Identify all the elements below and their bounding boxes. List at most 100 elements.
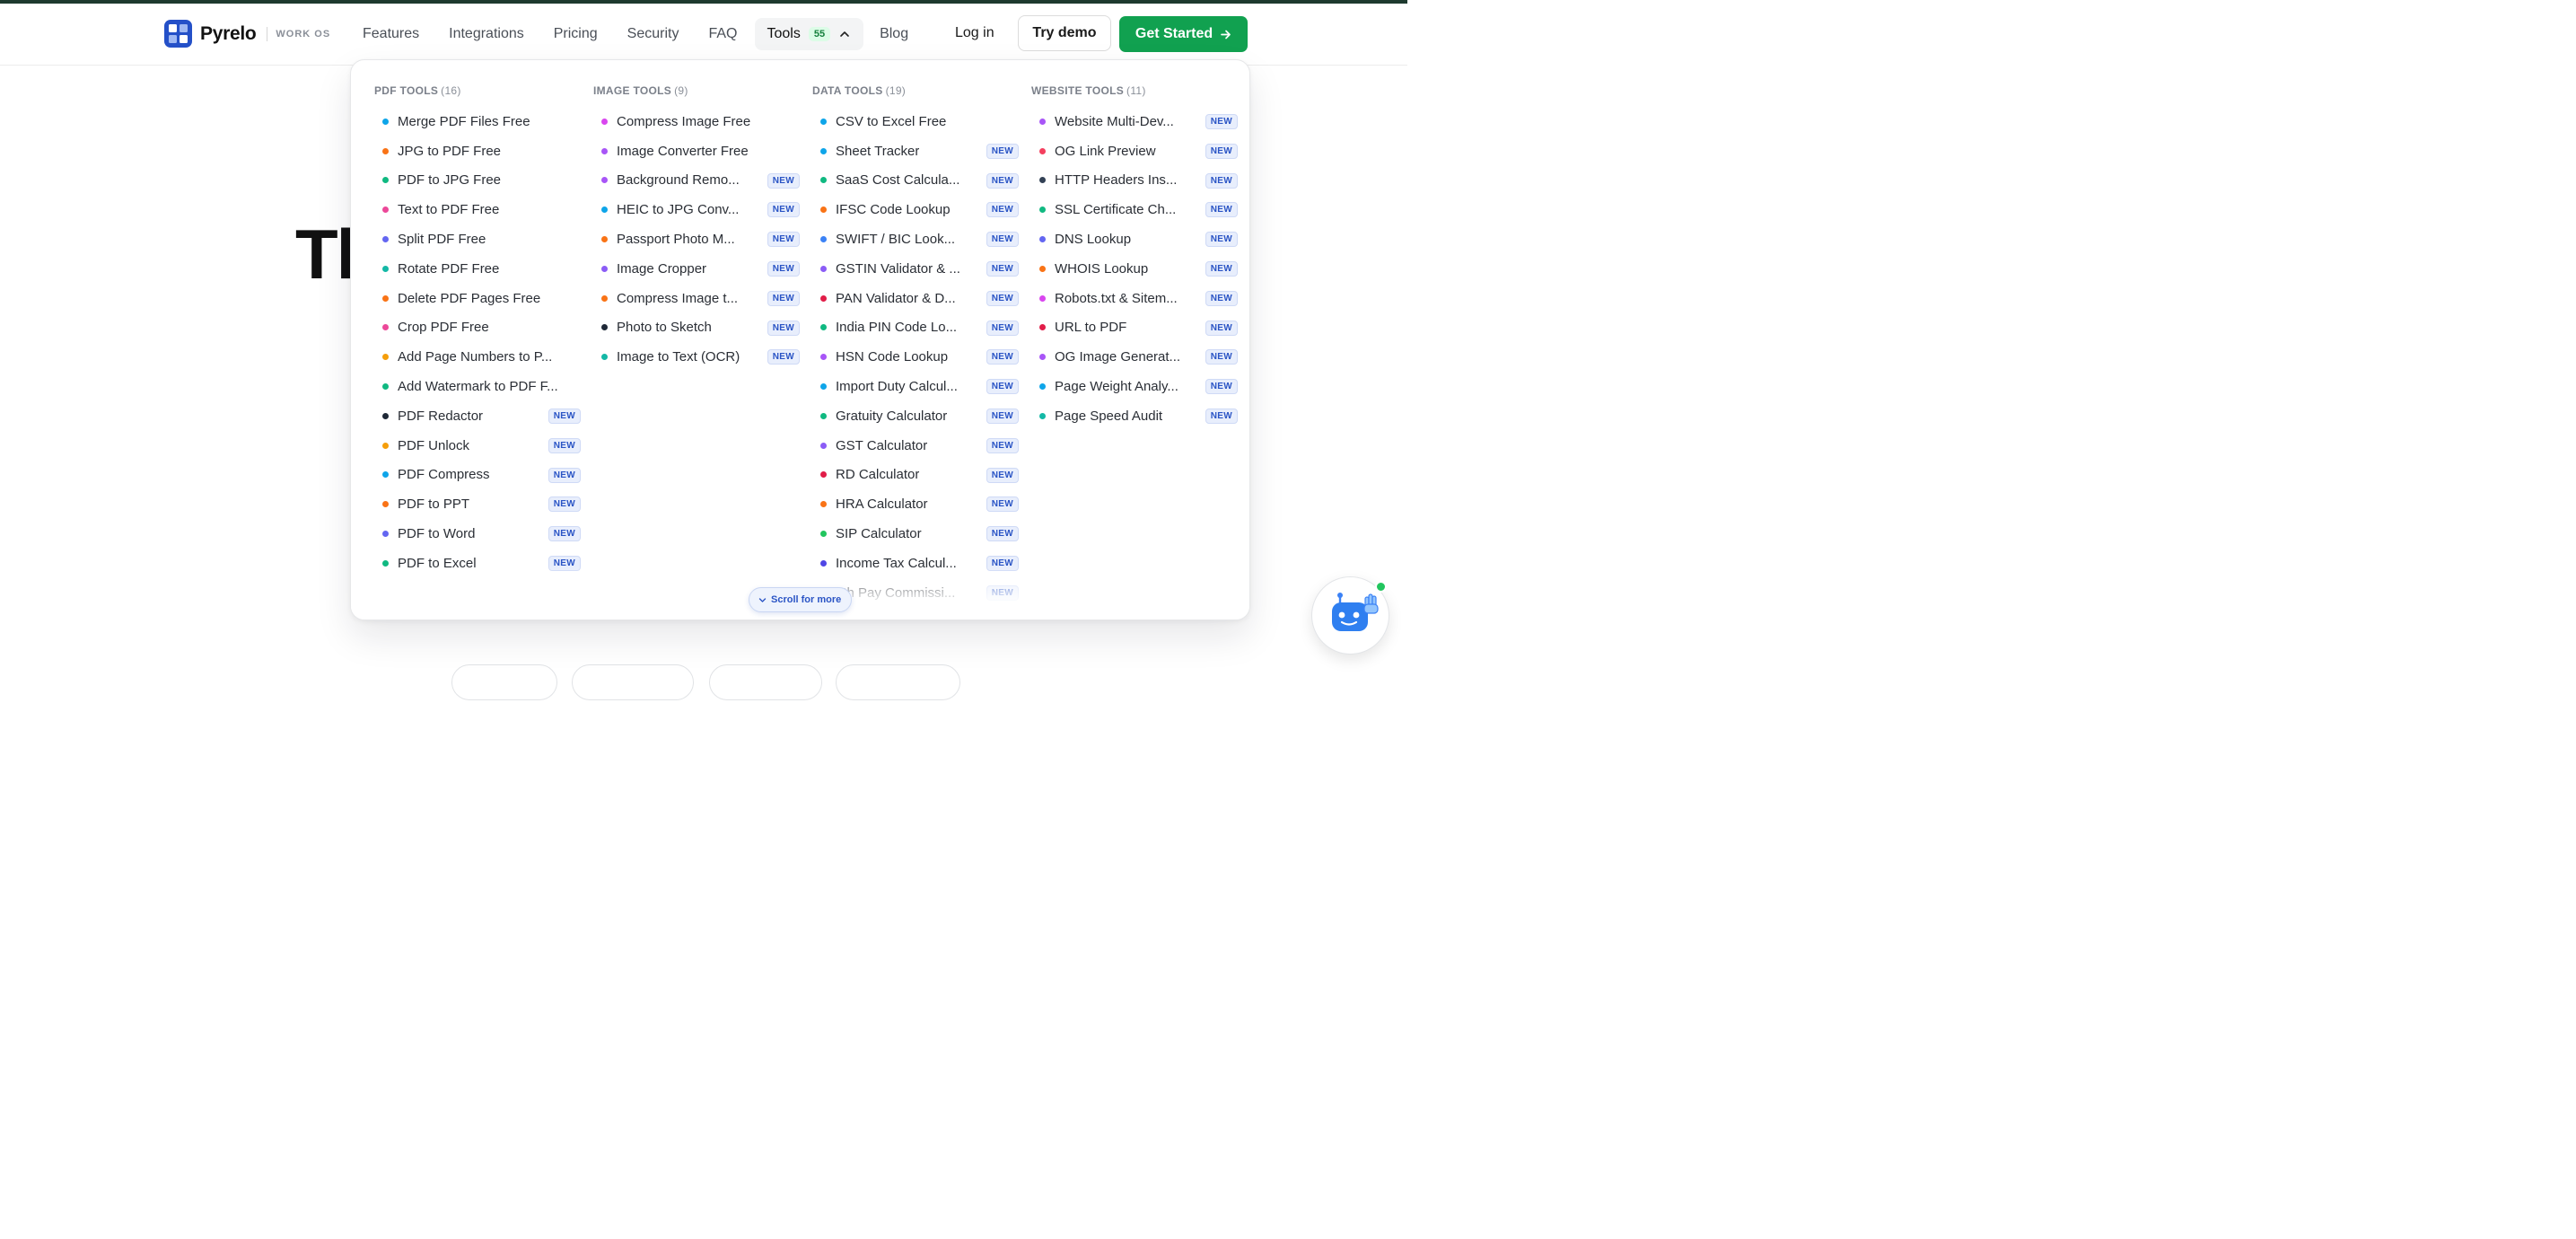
bullet-dot-icon [382, 501, 389, 508]
tool-link[interactable]: Delete PDF Pages Free [374, 284, 581, 313]
tool-link[interactable]: Merge PDF Files Free [374, 107, 581, 136]
column-count: (19) [885, 84, 907, 97]
tool-link[interactable]: PDF Redactor NEW [374, 401, 581, 431]
tool-label: Import Duty Calcul... [836, 379, 958, 395]
tool-label: RD Calculator [836, 467, 920, 483]
new-badge: NEW [767, 349, 800, 365]
nav-integrations[interactable]: Integrations [449, 26, 524, 42]
tool-link[interactable]: GSTIN Validator & ... NEW [812, 254, 1019, 284]
tool-link[interactable]: JPG to PDF Free [374, 136, 581, 166]
new-badge: NEW [548, 496, 581, 513]
new-badge: NEW [986, 379, 1019, 395]
brand-logo[interactable]: Pyrelo WORK OS [164, 20, 330, 48]
tool-link[interactable]: Import Duty Calcul... NEW [812, 372, 1019, 401]
tool-label: HTTP Headers Ins... [1055, 172, 1178, 189]
tool-link[interactable]: India PIN Code Lo... NEW [812, 313, 1019, 343]
tool-link[interactable]: Compress Image Free [593, 107, 800, 136]
tool-link[interactable]: Image Converter Free [593, 136, 800, 166]
tool-link[interactable]: Image Cropper NEW [593, 254, 800, 284]
new-badge: NEW [986, 437, 1019, 453]
tool-link[interactable]: HTTP Headers Ins... NEW [1031, 166, 1238, 196]
bullet-dot-icon [601, 147, 608, 154]
nav-features[interactable]: Features [363, 26, 419, 42]
tool-link[interactable]: Add Watermark to PDF F... [374, 372, 581, 401]
tools-column-heading: WEBSITE TOOLS (11) [1031, 84, 1146, 97]
tool-label: OG Image Generat... [1055, 349, 1181, 365]
tool-link[interactable]: HRA Calculator NEW [812, 489, 1019, 519]
try-demo-button[interactable]: Try demo [1018, 15, 1111, 51]
tool-link[interactable]: PDF to Word NEW [374, 519, 581, 549]
main-nav: Features Integrations Pricing Security F… [363, 4, 908, 65]
tool-label: Gratuity Calculator [836, 408, 948, 424]
tool-link[interactable]: Background Remo... NEW [593, 166, 800, 196]
tool-link[interactable]: Page Speed Audit NEW [1031, 401, 1238, 431]
tool-link[interactable]: OG Link Preview NEW [1031, 136, 1238, 166]
tool-link[interactable]: Photo to Sketch NEW [593, 313, 800, 343]
new-badge: NEW [986, 232, 1019, 248]
tool-link[interactable]: Sheet Tracker NEW [812, 136, 1019, 166]
tool-label: URL to PDF [1055, 320, 1127, 336]
new-badge: NEW [548, 408, 581, 424]
tool-link[interactable]: CSV to Excel Free [812, 107, 1019, 136]
chat-assistant-button[interactable] [1311, 576, 1389, 655]
bullet-dot-icon [820, 559, 827, 567]
tool-link[interactable]: Text to PDF Free [374, 195, 581, 224]
bullet-dot-icon [820, 294, 827, 302]
tool-link[interactable]: SSL Certificate Ch... NEW [1031, 195, 1238, 224]
tool-link[interactable]: SWIFT / BIC Look... NEW [812, 224, 1019, 254]
tool-link[interactable]: GST Calculator NEW [812, 431, 1019, 461]
tool-link[interactable]: URL to PDF NEW [1031, 313, 1238, 343]
tool-link[interactable]: Rotate PDF Free [374, 254, 581, 284]
tool-link[interactable]: PDF Compress NEW [374, 461, 581, 490]
tool-link[interactable]: Income Tax Calcul... NEW [812, 549, 1019, 578]
nav-tools-toggle[interactable]: Tools 55 [755, 18, 864, 50]
tools-dropdown-panel: PDF TOOLS (16) Merge PDF Files Free JPG to … [350, 59, 1250, 620]
tool-link[interactable]: Website Multi-Dev... NEW [1031, 107, 1238, 136]
tool-link[interactable]: SaaS Cost Calcula... NEW [812, 166, 1019, 196]
new-badge: NEW [1205, 349, 1238, 365]
brand-tag: WORK OS [276, 28, 331, 40]
tool-label: Sheet Tracker [836, 143, 920, 159]
tool-link[interactable]: Image to Text (OCR) NEW [593, 342, 800, 372]
tool-link[interactable]: PDF to PPT NEW [374, 489, 581, 519]
tool-link[interactable]: Compress Image t... NEW [593, 284, 800, 313]
tool-link[interactable]: PDF Unlock NEW [374, 431, 581, 461]
tool-link[interactable]: OG Image Generat... NEW [1031, 342, 1238, 372]
tool-link[interactable]: PAN Validator & D... NEW [812, 284, 1019, 313]
tool-link[interactable]: PDF to Excel NEW [374, 549, 581, 578]
bullet-dot-icon [820, 206, 827, 214]
tool-link[interactable]: IFSC Code Lookup NEW [812, 195, 1019, 224]
nav-blog[interactable]: Blog [880, 26, 908, 42]
bullet-dot-icon [382, 412, 389, 419]
tool-link[interactable]: Robots.txt & Sitem... NEW [1031, 284, 1238, 313]
login-link[interactable]: Log in [955, 25, 994, 41]
tool-link[interactable]: Add Page Numbers to P... [374, 342, 581, 372]
tool-link[interactable]: Gratuity Calculator NEW [812, 401, 1019, 431]
tool-link[interactable]: Crop PDF Free [374, 313, 581, 343]
tool-link[interactable]: Split PDF Free [374, 224, 581, 254]
tools-list: Merge PDF Files Free JPG to PDF Free PDF t… [374, 107, 581, 578]
get-started-button[interactable]: Get Started [1119, 16, 1248, 52]
tool-link[interactable]: SIP Calculator NEW [812, 519, 1019, 549]
bullet-dot-icon [382, 383, 389, 391]
tool-link[interactable]: HEIC to JPG Conv... NEW [593, 195, 800, 224]
tools-column-heading: IMAGE TOOLS (9) [593, 84, 688, 97]
tool-link[interactable]: PDF to JPG Free [374, 166, 581, 196]
tool-link[interactable]: Passport Photo M... NEW [593, 224, 800, 254]
nav-tools-label: Tools [767, 26, 801, 41]
nav-pricing[interactable]: Pricing [554, 26, 598, 42]
tool-label: Compress Image t... [617, 290, 739, 306]
tool-link[interactable]: RD Calculator NEW [812, 461, 1019, 490]
tool-link[interactable]: DNS Lookup NEW [1031, 224, 1238, 254]
new-badge: NEW [986, 467, 1019, 483]
scroll-for-more-button[interactable]: Scroll for more [749, 587, 853, 612]
tool-link[interactable]: WHOIS Lookup NEW [1031, 254, 1238, 284]
new-badge: NEW [1205, 290, 1238, 306]
nav-security[interactable]: Security [627, 26, 679, 42]
hero-pill-2 [572, 664, 694, 700]
bullet-dot-icon [382, 354, 389, 361]
nav-faq[interactable]: FAQ [708, 26, 737, 42]
new-badge: NEW [986, 143, 1019, 159]
tool-link[interactable]: Page Weight Analy... NEW [1031, 372, 1238, 401]
tool-link[interactable]: HSN Code Lookup NEW [812, 342, 1019, 372]
